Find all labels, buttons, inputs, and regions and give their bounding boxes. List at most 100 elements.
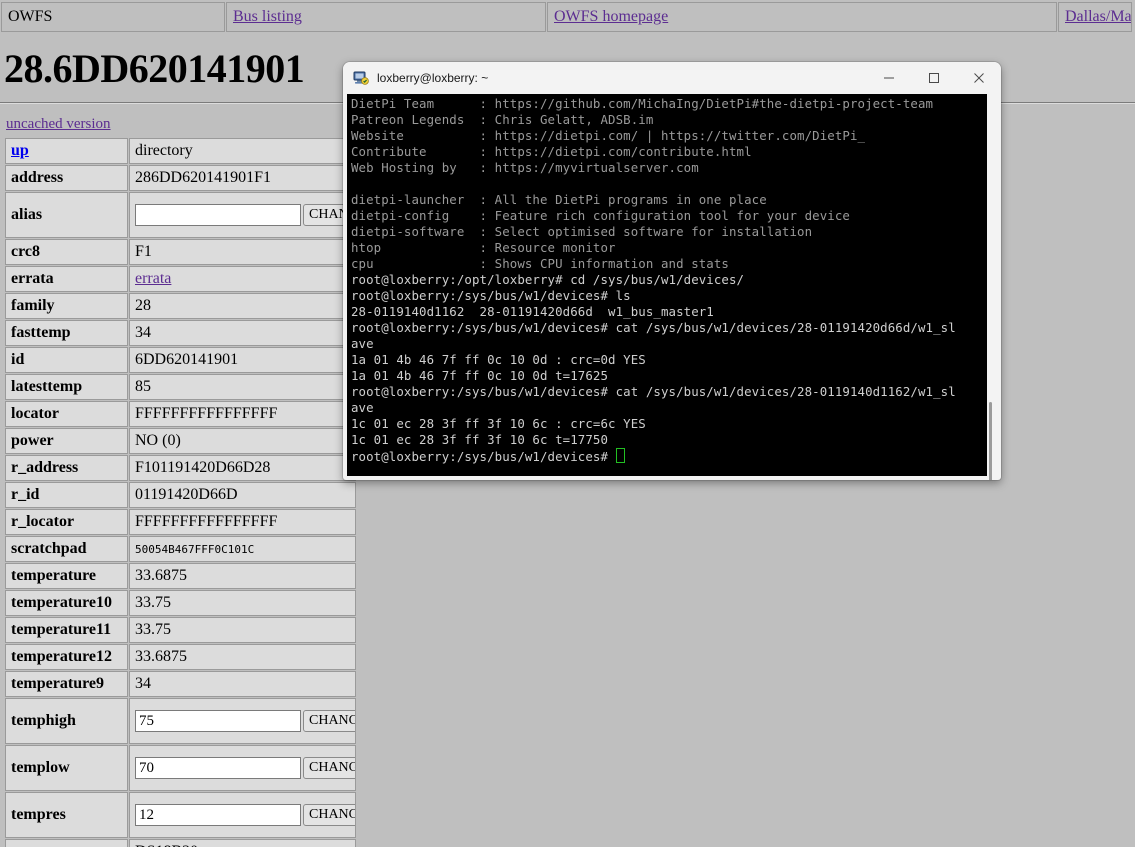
property-key: crc8 bbox=[5, 239, 128, 265]
nav-cell-dallas-maxim[interactable]: Dallas/Maxim bbox=[1058, 2, 1132, 32]
property-value: 34 bbox=[129, 320, 356, 346]
table-row: temperature10 33.75 bbox=[5, 590, 356, 616]
input-tempres[interactable] bbox=[135, 804, 301, 826]
property-key: temperature11 bbox=[5, 617, 128, 643]
property-value-link-errata[interactable]: errata bbox=[135, 270, 171, 287]
putty-icon bbox=[353, 70, 369, 86]
terminal-session: root@loxberry:/opt/loxberry# cd /sys/bus… bbox=[351, 272, 956, 447]
property-key: alias bbox=[5, 192, 128, 238]
table-row: aliasCHANGE bbox=[5, 192, 356, 238]
property-value: 33.6875 bbox=[129, 644, 356, 670]
property-key: tempres bbox=[5, 792, 128, 838]
property-key: temperature bbox=[5, 563, 128, 589]
nav-link-dallas-maxim[interactable]: Dallas/Maxim bbox=[1065, 8, 1131, 25]
property-key-link-up[interactable]: up bbox=[11, 142, 29, 159]
change-button-temphigh[interactable]: CHANGE bbox=[303, 710, 355, 732]
table-row: temperature9 34 bbox=[5, 671, 356, 697]
property-key: family bbox=[5, 293, 128, 319]
device-property-table: up directory address 286DD620141901F1 alias C… bbox=[4, 137, 357, 847]
property-key: latesttemp bbox=[5, 374, 128, 400]
property-key: type bbox=[5, 839, 128, 847]
uncached-version-link[interactable]: uncached version bbox=[6, 116, 111, 133]
table-row: templow CHANGE bbox=[5, 745, 356, 791]
property-value: DS18B20 bbox=[129, 839, 356, 847]
table-row: locator FFFFFFFFFFFFFFFF bbox=[5, 401, 356, 427]
property-value: directory bbox=[129, 138, 356, 164]
table-row: family 28 bbox=[5, 293, 356, 319]
window-controls bbox=[866, 62, 1001, 94]
property-value: 85 bbox=[129, 374, 356, 400]
minimize-button[interactable] bbox=[866, 62, 911, 94]
property-value: FFFFFFFFFFFFFFFF bbox=[129, 509, 356, 535]
property-value[interactable]: CHANGE bbox=[129, 792, 356, 838]
table-row: temphigh CHANGE bbox=[5, 698, 356, 744]
property-key: fasttemp bbox=[5, 320, 128, 346]
property-key: temperature9 bbox=[5, 671, 128, 697]
table-row: errata errata bbox=[5, 266, 356, 292]
property-key: r_address bbox=[5, 455, 128, 481]
table-row: r_address F101191420D66D28 bbox=[5, 455, 356, 481]
property-value: 33.75 bbox=[129, 590, 356, 616]
property-value[interactable]: CHANGE bbox=[129, 745, 356, 791]
property-key: scratchpad bbox=[5, 536, 128, 562]
table-row: temperature12 33.6875 bbox=[5, 644, 356, 670]
change-button-tempres[interactable]: CHANGE bbox=[303, 804, 355, 826]
table-row: temperature11 33.75 bbox=[5, 617, 356, 643]
property-key: address bbox=[5, 165, 128, 191]
property-key: templow bbox=[5, 745, 128, 791]
property-key: r_id bbox=[5, 482, 128, 508]
terminal-text: DietPi Team : https://github.com/MichaIn… bbox=[347, 94, 987, 465]
property-value: F101191420D66D28 bbox=[129, 455, 356, 481]
table-row: power NO (0) bbox=[5, 428, 356, 454]
property-value[interactable]: CHANGE bbox=[129, 698, 356, 744]
property-value: 6DD620141901 bbox=[129, 347, 356, 373]
top-navigation-bar: OWFS Bus listing OWFS homepage Dallas/Ma… bbox=[0, 1, 1133, 33]
table-row: temperature 33.6875 bbox=[5, 563, 356, 589]
terminal-scrollbar-thumb[interactable] bbox=[989, 402, 992, 480]
nav-row: OWFS Bus listing OWFS homepage Dallas/Ma… bbox=[1, 2, 1132, 32]
table-row: r_id 01191420D66D bbox=[5, 482, 356, 508]
property-value: 01191420D66D bbox=[129, 482, 356, 508]
maximize-button[interactable] bbox=[911, 62, 956, 94]
nav-label-owfs: OWFS bbox=[8, 8, 53, 25]
property-value[interactable]: CHANGE bbox=[129, 192, 356, 238]
property-key: temphigh bbox=[5, 698, 128, 744]
table-row: latesttemp 85 bbox=[5, 374, 356, 400]
close-button[interactable] bbox=[956, 62, 1001, 94]
property-value: 34 bbox=[129, 671, 356, 697]
terminal-window[interactable]: loxberry@loxberry: ~ DietPi Team : https… bbox=[343, 62, 1001, 480]
terminal-prompt: root@loxberry:/sys/bus/w1/devices# bbox=[351, 449, 616, 464]
property-key: temperature12 bbox=[5, 644, 128, 670]
property-value: 33.75 bbox=[129, 617, 356, 643]
nav-cell-owfs: OWFS bbox=[1, 2, 225, 32]
property-key: up bbox=[5, 138, 128, 164]
property-key: r_locator bbox=[5, 509, 128, 535]
table-row: tempres CHANGE bbox=[5, 792, 356, 838]
nav-cell-bus-listing[interactable]: Bus listing bbox=[226, 2, 546, 32]
terminal-title: loxberry@loxberry: ~ bbox=[377, 71, 489, 85]
table-row: scratchpad 50054B467FFF0C101C bbox=[5, 536, 356, 562]
input-alias[interactable] bbox=[135, 204, 301, 226]
property-value: FFFFFFFFFFFFFFFF bbox=[129, 401, 356, 427]
table-row: crc8 F1 bbox=[5, 239, 356, 265]
property-value: NO (0) bbox=[129, 428, 356, 454]
table-row: r_locator FFFFFFFFFFFFFFFF bbox=[5, 509, 356, 535]
property-value: F1 bbox=[129, 239, 356, 265]
property-value: 286DD620141901F1 bbox=[129, 165, 356, 191]
property-key: errata bbox=[5, 266, 128, 292]
property-key: power bbox=[5, 428, 128, 454]
table-row: typeDS18B20 bbox=[5, 839, 356, 847]
terminal-output-area[interactable]: DietPi Team : https://github.com/MichaIn… bbox=[347, 94, 987, 476]
nav-link-bus-listing[interactable]: Bus listing bbox=[233, 8, 302, 25]
property-key: id bbox=[5, 347, 128, 373]
input-temphigh[interactable] bbox=[135, 710, 301, 732]
property-value: 33.6875 bbox=[129, 563, 356, 589]
nav-cell-owfs-homepage[interactable]: OWFS homepage bbox=[547, 2, 1057, 32]
terminal-titlebar[interactable]: loxberry@loxberry: ~ bbox=[343, 62, 1001, 94]
table-row: fasttemp 34 bbox=[5, 320, 356, 346]
property-value: errata bbox=[129, 266, 356, 292]
nav-link-owfs-homepage[interactable]: OWFS homepage bbox=[554, 8, 668, 25]
table-row: up directory bbox=[5, 138, 356, 164]
change-button-templow[interactable]: CHANGE bbox=[303, 757, 355, 779]
input-templow[interactable] bbox=[135, 757, 301, 779]
